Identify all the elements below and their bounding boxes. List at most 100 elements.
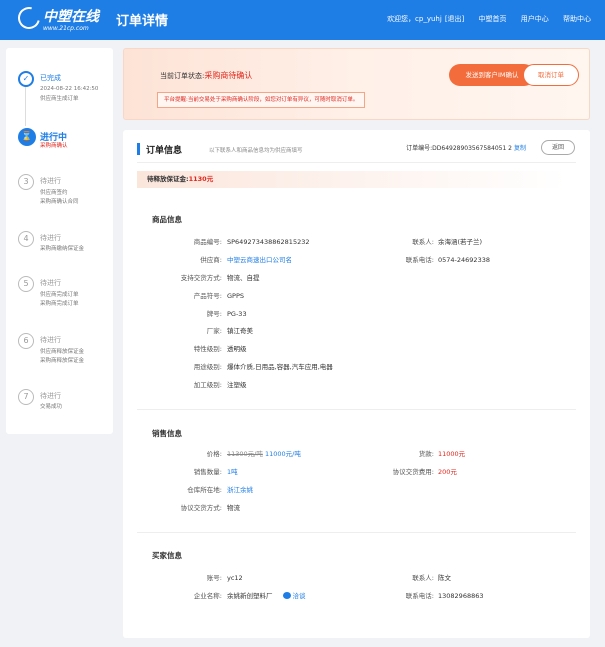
- feature-value: 透明级: [227, 345, 247, 353]
- step-number: 5: [18, 276, 34, 292]
- step-desc: 供应商生成订单: [40, 96, 79, 102]
- logo-url: www.21cp.com: [43, 25, 89, 32]
- quantity-label: 销售数量:: [193, 468, 222, 476]
- divider: [137, 532, 576, 533]
- step-desc: 供应商签约: [40, 190, 68, 196]
- step-desc: 采购商确认合同: [40, 199, 79, 205]
- product-symbol-value: GPPS: [227, 292, 245, 300]
- step-number: 3: [18, 174, 34, 190]
- step-title: 待进行: [40, 234, 61, 242]
- company-value: 余姚新创塑料厂 洽谈: [227, 592, 306, 600]
- step-time: 2024-08-22 16:42:50: [40, 86, 99, 92]
- logo-icon: [13, 2, 45, 34]
- step-desc: 采购商释放保证金: [40, 358, 85, 364]
- step-title: 待进行: [40, 392, 61, 400]
- buyer-contact-label: 联系人:: [412, 574, 434, 582]
- back-button[interactable]: 返回: [541, 140, 575, 155]
- agreed-delivery-value: 物流: [227, 504, 240, 512]
- buyer-phone-label: 联系电话:: [405, 592, 434, 600]
- price-value: 11300元/吨 11000元/吨: [227, 450, 301, 458]
- usage-value: 爆体介质,日用品,容器,汽车应用,电器: [227, 363, 333, 371]
- manufacturer-label: 厂家:: [206, 327, 222, 335]
- amount-label: 货款:: [418, 450, 434, 458]
- order-number: 订单编号:DD64928903567584051 2: [406, 145, 512, 152]
- section-accent: [137, 143, 140, 155]
- step-number: 4: [18, 231, 34, 247]
- quantity-value: 1吨: [227, 468, 238, 476]
- delivery-method-value: 物流、自提: [227, 274, 260, 282]
- nav-user-center[interactable]: 用户中心: [521, 15, 549, 23]
- progress-sidebar: ✓ 已完成 2024-08-22 16:42:50 供应商生成订单 ⌛ 进行中 …: [6, 48, 113, 434]
- step-number: 7: [18, 389, 34, 405]
- chat-link[interactable]: 洽谈: [293, 592, 306, 600]
- sales-section-title: 销售信息: [152, 429, 182, 438]
- logo[interactable]: 中塑在线 www.21cp.com: [13, 2, 104, 35]
- original-price: 11300元/吨: [227, 450, 263, 458]
- page-title: 订单详情: [116, 14, 169, 29]
- goods-id-label: 商品编号:: [193, 238, 222, 246]
- warehouse-value: 浙江余姚: [227, 486, 253, 494]
- buyer-contact-value: 陈文: [438, 574, 451, 582]
- deposit-banner: 待释放保证金:1130元: [137, 171, 566, 188]
- step-desc: 采购商缴纳保证金: [40, 246, 85, 252]
- supplier-link[interactable]: 中塑云商速出口公司名: [227, 256, 292, 264]
- warehouse-label: 仓库所在地:: [187, 486, 222, 494]
- step-desc: 交易成功: [40, 404, 63, 410]
- company-label: 企业名称:: [193, 592, 222, 600]
- order-info-panel: 订单信息 以下联系人和商品信息均为供应商填写 订单编号:DD6492890356…: [123, 130, 590, 638]
- divider: [137, 409, 576, 410]
- step-desc: 供应商释放保证金: [40, 349, 85, 355]
- welcome-text: 欢迎您，cp_yuhj [退出]: [387, 15, 465, 23]
- goods-section-title: 商品信息: [152, 215, 182, 224]
- agreed-delivery-label: 协议交货方式:: [180, 504, 222, 512]
- step-title: 已完成: [40, 74, 61, 82]
- step-title: 待进行: [40, 279, 61, 287]
- buyer-phone-value: 13082968863: [438, 592, 484, 600]
- account-label: 账号:: [206, 574, 222, 582]
- divider: [137, 162, 576, 163]
- usage-label: 用途级别:: [193, 363, 222, 371]
- phone-label: 联系电话:: [405, 256, 434, 264]
- order-info-title: 订单信息: [146, 146, 183, 156]
- step-desc: 采购商完成订单: [40, 301, 79, 307]
- nav-home[interactable]: 中塑首页: [479, 15, 507, 23]
- copy-link[interactable]: 复制: [514, 143, 526, 152]
- contact-value: 余海涵(若子兰): [438, 238, 483, 246]
- hourglass-icon: ⌛: [18, 128, 36, 146]
- supplier-label: 供应商:: [200, 256, 222, 264]
- step-desc: 供应商完成订单: [40, 292, 79, 298]
- feature-label: 特性级别:: [193, 345, 222, 353]
- logo-name: 中塑在线: [43, 9, 99, 25]
- order-status-panel: 当前订单状态:采购商待确认 平台提醒:当前交易处于采购商确认阶段，如您对订单有异…: [123, 48, 590, 120]
- top-bar: 中塑在线 www.21cp.com 订单详情 欢迎您，cp_yuhj [退出] 中…: [0, 0, 605, 40]
- goods-id-value: SP649273438862815232: [227, 238, 310, 246]
- step-title: 待进行: [40, 177, 61, 185]
- manufacturer-value: 镇江奇美: [227, 327, 253, 335]
- step-title: 待进行: [40, 336, 61, 344]
- processing-label: 加工级别:: [193, 381, 222, 389]
- chat-icon[interactable]: [282, 592, 291, 599]
- buyer-section-title: 买家信息: [152, 551, 182, 560]
- delivery-fee-label: 协议交货费用:: [392, 468, 434, 476]
- step-desc: 采购商确认: [40, 143, 68, 149]
- top-nav: 欢迎您，cp_yuhj [退出] 中塑首页 用户中心 帮助中心: [384, 14, 591, 24]
- logout-link[interactable]: [退出]: [445, 15, 464, 23]
- order-status: 当前订单状态:采购商待确认: [160, 71, 253, 80]
- step-number: 6: [18, 333, 34, 349]
- delivery-method-label: 支持交货方式:: [180, 274, 222, 282]
- platform-tip: 平台提醒:当前交易处于采购商确认阶段，如您对订单有异议，可随时取消订单。: [157, 92, 366, 108]
- nav-help[interactable]: 帮助中心: [563, 15, 591, 23]
- deposit-value: 1130元: [188, 175, 214, 183]
- price-label: 价格:: [206, 450, 222, 458]
- processing-value: 注塑级: [227, 381, 247, 389]
- phone-value: 0574-24692338: [438, 256, 490, 264]
- status-value: 采购商待确认: [204, 71, 253, 80]
- delivery-fee-value: 200元: [438, 468, 457, 476]
- order-info-hint: 以下联系人和商品信息均为供应商填写: [209, 148, 303, 154]
- amount-value: 11000元: [438, 450, 466, 458]
- account-value: yc12: [227, 574, 243, 582]
- current-price: 11000元/吨: [264, 450, 301, 458]
- cancel-order-button[interactable]: 取消订单: [523, 64, 579, 86]
- grade-label: 牌号:: [206, 310, 222, 318]
- contact-label: 联系人:: [412, 238, 434, 246]
